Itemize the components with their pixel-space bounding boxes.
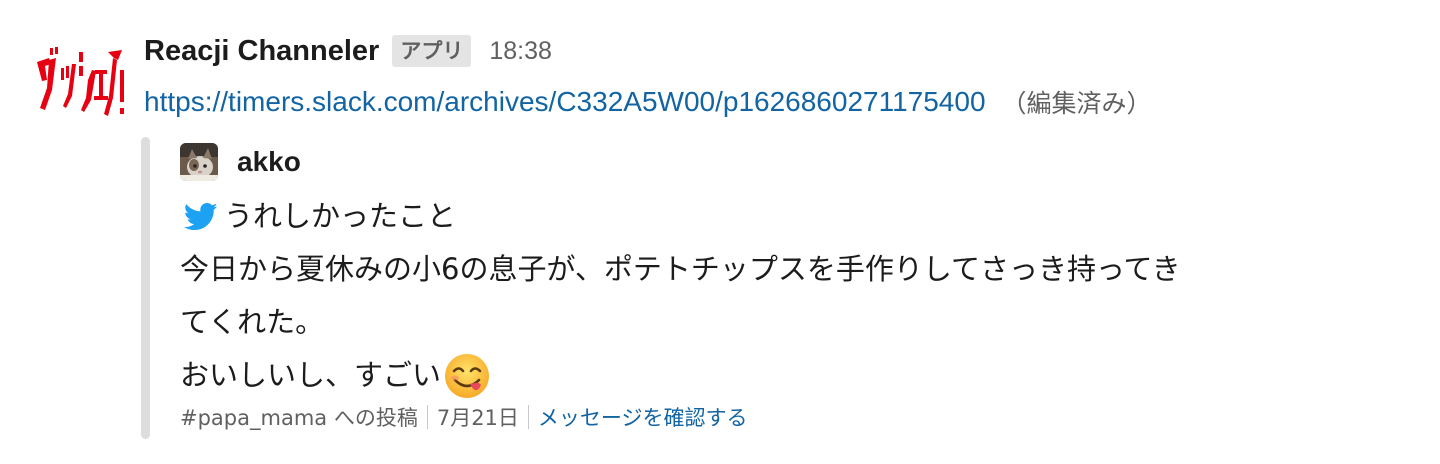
app-badge: アプリ (392, 35, 472, 67)
tweet-line-3: てくれた。 (180, 305, 325, 339)
attachment-bar (141, 137, 150, 439)
message-header: Reacji Channeler アプリ 18:38 (144, 28, 552, 74)
archive-link[interactable]: https://timers.slack.com/archives/C332A5… (144, 86, 986, 118)
message: Reacji Channeler アプリ 18:38 https://timer… (0, 0, 1440, 464)
attachment-line: おいしいし、すごい (180, 349, 1350, 402)
edited-label: （編集済み） (1001, 89, 1152, 118)
author-avatar[interactable] (180, 143, 218, 181)
view-message-link[interactable]: メッセージを確認する (538, 402, 748, 432)
yum-face-emoji-icon (445, 353, 490, 398)
footer-divider (527, 405, 529, 429)
author-name[interactable]: akko (237, 146, 301, 178)
message-timestamp[interactable]: 18:38 (489, 37, 552, 66)
app-avatar-icon[interactable] (34, 40, 126, 124)
footer-divider (426, 405, 428, 429)
attachment-line: 今日から夏休みの小6の息子が、ポテトチップスを手作りしてさっき持ってき (180, 243, 1350, 296)
tweet-line-2: 今日から夏休みの小6の息子が、ポテトチップスを手作りしてさっき持ってき (180, 252, 1181, 286)
attachment-author: akko (180, 141, 301, 183)
tweet-line-1: うれしかったこと (224, 199, 457, 233)
footer-channel: #papa_mama への投稿 (180, 406, 418, 430)
tweet-line-4: おいしいし、すごい (180, 358, 442, 392)
message-text: https://timers.slack.com/archives/C332A5… (144, 80, 1152, 124)
attachment-line: てくれた。 (180, 296, 1350, 349)
footer-date: 7月21日 (436, 406, 519, 430)
sender-name[interactable]: Reacji Channeler (144, 35, 379, 68)
attachment-body: うれしかったこと 今日から夏休みの小6の息子が、ポテトチップスを手作りしてさっき… (180, 190, 1350, 402)
attachment-line: うれしかったこと (180, 190, 1350, 243)
twitter-bird-icon (184, 202, 218, 230)
attachment-footer: #papa_mama への投稿 7月21日 メッセージを確認する (180, 397, 748, 437)
